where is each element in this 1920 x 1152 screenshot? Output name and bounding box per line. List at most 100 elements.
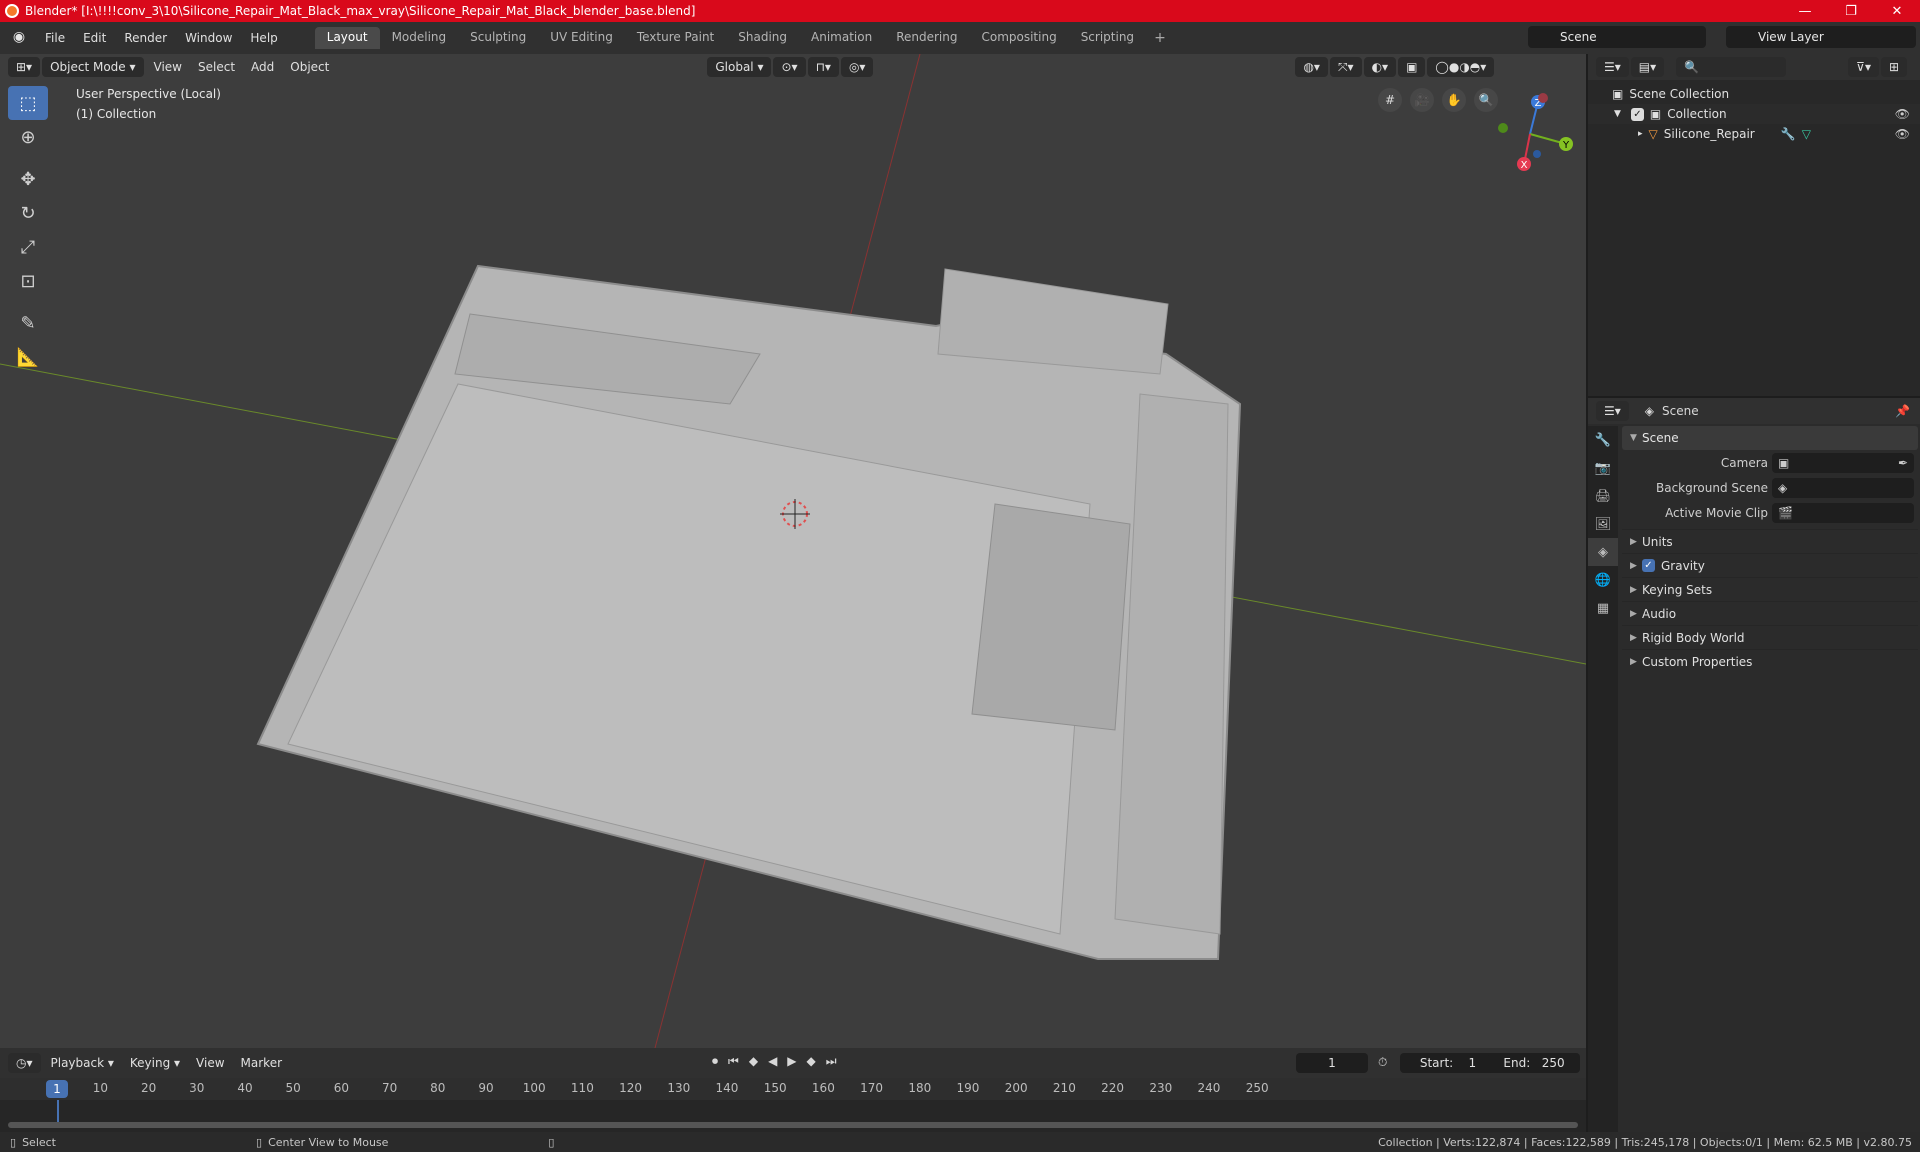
collection-expand-icon[interactable]: ▼	[1614, 109, 1621, 119]
visibility-icon[interactable]: ◍▾	[1295, 57, 1328, 77]
active-movie-clip-field[interactable]: 🎬	[1772, 502, 1914, 523]
pivot-icon[interactable]: ⊙▾	[773, 57, 806, 77]
viewport-menu-object[interactable]: Object	[282, 60, 337, 74]
outliner-search-input[interactable]: 🔍	[1676, 57, 1787, 77]
menu-help[interactable]: Help	[241, 27, 286, 49]
scene-name[interactable]: Scene	[1560, 30, 1597, 44]
end-frame-value[interactable]: 250	[1542, 1056, 1565, 1070]
proportional-edit-icon[interactable]: ◎▾	[840, 57, 874, 77]
play-icon[interactable]: ▶	[787, 1054, 796, 1069]
gravity-checkbox[interactable]: ✓	[1642, 559, 1655, 572]
outliner-object-silicone-repair[interactable]: ▸ ▽ Silicone_Repair 🔧 ▽ 👁	[1588, 124, 1920, 144]
object-expand-icon[interactable]: ▸	[1638, 129, 1643, 139]
maximize-button[interactable]: ❐	[1828, 0, 1874, 22]
tab-texture-paint[interactable]: Texture Paint	[625, 27, 726, 49]
outliner-display-mode-icon[interactable]: ▤▾	[1630, 57, 1665, 77]
scene-collection-label[interactable]: Scene Collection	[1629, 87, 1729, 101]
gravity-subpanel[interactable]: ▶ ✓ Gravity	[1622, 553, 1918, 577]
minimize-button[interactable]: —	[1782, 0, 1828, 22]
grid-view-icon[interactable]: #	[1378, 88, 1402, 112]
transform-tool-icon[interactable]: ⊡	[8, 264, 48, 298]
pin-icon[interactable]: 📌	[1895, 404, 1910, 418]
viewport-menu-add[interactable]: Add	[243, 60, 282, 74]
cursor-tool-icon[interactable]: ⊕	[8, 120, 48, 154]
mesh-data-icon[interactable]: ▽	[1802, 127, 1811, 141]
object-label[interactable]: Silicone_Repair	[1664, 127, 1755, 141]
stopwatch-icon[interactable]: ⏱	[1378, 1055, 1387, 1070]
collection-label[interactable]: Collection	[1667, 107, 1726, 121]
camera-view-icon[interactable]: 🎥	[1410, 88, 1434, 112]
view-layer-tab-icon[interactable]: 🖼	[1588, 510, 1618, 538]
mode-label[interactable]: Object Mode	[50, 60, 126, 74]
timeline-menu-marker[interactable]: Marker	[233, 1056, 290, 1070]
orientation-selector[interactable]: Global ▾	[707, 57, 772, 77]
current-frame-field[interactable]: 1	[1296, 1053, 1368, 1073]
rotate-tool-icon[interactable]: ↻	[8, 196, 48, 230]
outliner-editor-type-icon[interactable]: ☰▾	[1596, 57, 1629, 77]
tab-rendering[interactable]: Rendering	[884, 27, 969, 49]
menu-render[interactable]: Render	[115, 27, 176, 49]
start-frame-value[interactable]: 1	[1468, 1056, 1476, 1070]
playhead[interactable]: 1	[46, 1080, 68, 1098]
shading-modes-icon[interactable]: ◯●◑◓▾	[1427, 57, 1495, 77]
blender-menu-icon[interactable]: ◉	[10, 29, 28, 47]
output-tab-icon[interactable]: 🖨	[1588, 482, 1618, 510]
outliner-collection[interactable]: ▼ ✓ ▣ Collection 👁	[1588, 104, 1920, 124]
collection-checkbox[interactable]: ✓	[1630, 107, 1644, 121]
gizmo-toggle-icon[interactable]: ⤧▾	[1329, 57, 1362, 77]
jump-end-icon[interactable]: ⏭	[826, 1054, 837, 1069]
playback-label[interactable]: Playback	[51, 1056, 105, 1070]
eyedropper-icon[interactable]: ✒	[1898, 456, 1908, 470]
render-tab-icon[interactable]: 📷	[1588, 454, 1618, 482]
scene-panel-header[interactable]: ▼ Scene	[1622, 426, 1918, 450]
annotate-tool-icon[interactable]: ✎	[8, 306, 48, 340]
menu-file[interactable]: File	[36, 27, 74, 49]
keying-sets-subpanel[interactable]: ▶ Keying Sets	[1622, 577, 1918, 601]
timeline-editor-type-icon[interactable]: ◷▾	[8, 1053, 41, 1073]
tab-modeling[interactable]: Modeling	[380, 27, 459, 49]
navigation-gizmo[interactable]: Z Y X	[1480, 84, 1580, 184]
timeline-menu-keying[interactable]: Keying ▾	[122, 1056, 188, 1070]
play-reverse-icon[interactable]: ◀	[768, 1054, 777, 1069]
viewport-scene[interactable]	[0, 54, 1586, 1048]
view-layer-name[interactable]: View Layer	[1758, 30, 1824, 44]
tool-tab-icon[interactable]: 🔧	[1588, 426, 1618, 454]
orientation-label[interactable]: Global	[715, 60, 753, 74]
tab-uv-editing[interactable]: UV Editing	[538, 27, 625, 49]
gizmo-neg-x[interactable]	[1538, 93, 1548, 103]
prev-keyframe-icon[interactable]: ◆	[749, 1054, 758, 1069]
next-keyframe-icon[interactable]: ◆	[807, 1054, 816, 1069]
timeline-ruler[interactable]: 1 10 20 30 40 50 60 70 80 90 100 110 120 130 140 150 16…	[0, 1078, 1586, 1100]
move-tool-icon[interactable]: ✥	[8, 162, 48, 196]
jump-start-icon[interactable]: ⏮	[728, 1054, 739, 1069]
3d-viewport[interactable]: ⊞▾ Object Mode ▾ View Select Add Object …	[0, 54, 1586, 1048]
tab-layout[interactable]: Layout	[314, 27, 380, 49]
viewport-menu-view[interactable]: View	[146, 60, 190, 74]
properties-editor-type-icon[interactable]: ☰▾	[1596, 401, 1629, 421]
gizmo-neg-z[interactable]	[1533, 150, 1541, 158]
tab-scripting[interactable]: Scripting	[1069, 27, 1146, 49]
viewport-menu-select[interactable]: Select	[190, 60, 243, 74]
editor-type-button[interactable]: ⊞▾	[8, 57, 41, 77]
object-visibility-icon[interactable]: 👁	[1895, 127, 1910, 141]
world-tab-icon[interactable]: 🌐	[1588, 566, 1618, 594]
camera-field[interactable]: ▣ ✒	[1772, 452, 1914, 473]
view-layer-selector[interactable]: View Layer	[1726, 26, 1916, 48]
outliner-scene-collection[interactable]: ▣ Scene Collection	[1588, 84, 1920, 104]
tab-animation[interactable]: Animation	[799, 27, 884, 49]
close-button[interactable]: ✕	[1874, 0, 1920, 22]
background-scene-field[interactable]: ◈	[1772, 477, 1914, 498]
timeline-menu-view[interactable]: View	[188, 1056, 232, 1070]
texture-tab-icon[interactable]: ▦	[1588, 594, 1618, 622]
timeline-scrollbar[interactable]	[8, 1122, 1578, 1128]
overlay-toggle-icon[interactable]: ◐▾	[1363, 57, 1397, 77]
mode-selector[interactable]: Object Mode ▾	[42, 57, 144, 77]
record-icon[interactable]: ⏺	[712, 1054, 718, 1069]
snap-icon[interactable]: ⊓▾	[807, 57, 839, 77]
add-workspace-button[interactable]: +	[1146, 27, 1174, 49]
menu-edit[interactable]: Edit	[74, 27, 115, 49]
modifier-wrench-icon[interactable]: 🔧	[1781, 127, 1796, 141]
scale-tool-icon[interactable]: ⤢	[8, 230, 48, 264]
gizmo-neg-y[interactable]	[1498, 123, 1508, 133]
xray-toggle-icon[interactable]: ▣	[1398, 57, 1426, 77]
